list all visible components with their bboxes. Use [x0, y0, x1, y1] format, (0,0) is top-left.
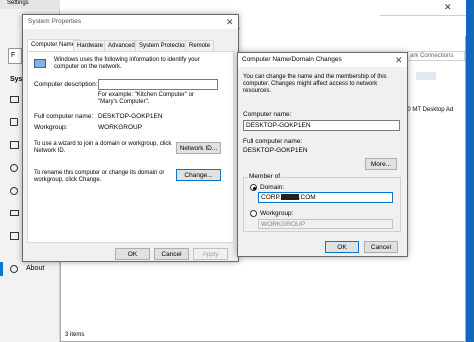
domain-input[interactable]: CORP. .COM [258, 192, 393, 203]
change-button[interactable]: Change... [176, 169, 221, 181]
network-id-button[interactable]: Network ID... [176, 142, 221, 154]
workgroup-label: Workgroup: [34, 124, 68, 131]
explorer-status-count: 3 items [65, 332, 85, 338]
apply-button[interactable]: Apply [193, 248, 228, 260]
workgroup-value: WORKGROUP [98, 124, 143, 131]
more-button[interactable]: More... [365, 158, 397, 170]
full-computer-name-label: Full computer name: [34, 113, 94, 120]
system-properties-intro: Windows uses the following information t… [54, 57, 200, 70]
domain-changes-intro: You can change the name and the membersh… [243, 74, 387, 94]
domain-changes-title-bar: Computer Name/Domain Changes ✕ [238, 53, 407, 67]
system-properties-dialog: System Properties ✕ Computer Name Hardwa… [22, 14, 239, 262]
workgroup-input[interactable]: WORKGROUP [258, 219, 393, 229]
explorer-item-name[interactable]: 00 MT Desktop Ad [404, 107, 453, 113]
settings-search-box[interactable]: F [8, 48, 22, 64]
ok-button[interactable]: OK [115, 248, 150, 260]
notifications-icon[interactable] [10, 141, 19, 149]
computer-name-panel: Windows uses the following information t… [27, 51, 234, 243]
system-properties-title-bar: System Properties ✕ [23, 15, 238, 29]
close-icon[interactable]: ✕ [395, 55, 403, 65]
change-description: To rename this computer or change its do… [34, 170, 165, 183]
close-icon[interactable]: ✕ [444, 2, 452, 12]
sidebar-item-about[interactable]: About [26, 265, 44, 272]
tab-advanced[interactable]: Advanced [104, 40, 139, 51]
storage-icon[interactable] [10, 232, 19, 240]
battery-icon[interactable] [10, 210, 19, 216]
about-active-indicator [0, 262, 3, 276]
power-icon[interactable] [10, 187, 18, 195]
domain-changes-dialog: Computer Name/Domain Changes ✕ You can c… [237, 52, 408, 257]
cancel-button[interactable]: Cancel [364, 241, 398, 253]
computer-description-example: For example: "Kitchen Computer" or "Mary… [98, 92, 194, 105]
computer-description-input[interactable] [98, 79, 218, 90]
desktop-edge [466, 0, 474, 342]
settings-title: Settings [7, 0, 29, 6]
system-properties-title: System Properties [28, 18, 82, 25]
tab-system-protection[interactable]: System Protection [135, 40, 192, 51]
close-icon[interactable]: ✕ [226, 17, 234, 27]
settings-search-partial: F [11, 52, 16, 59]
tab-remote[interactable]: Remote [185, 40, 215, 51]
explorer-titlebar-strip [240, 28, 466, 36]
domain-radio-dot [252, 186, 256, 190]
info-icon[interactable] [10, 265, 18, 273]
cancel-button[interactable]: Cancel [154, 248, 189, 260]
domain-changes-title: Computer Name/Domain Changes [242, 56, 342, 63]
computer-description-label: Computer description: [34, 81, 98, 88]
member-of-label: Member of [248, 173, 282, 180]
domain-radio[interactable] [250, 184, 257, 191]
workgroup-label: Workgroup: [260, 210, 294, 217]
settings-title-bar: Settings [0, 0, 60, 9]
domain-prefix: CORP. [261, 194, 281, 201]
redacted-block [280, 194, 299, 201]
focus-assist-icon[interactable] [10, 164, 18, 172]
tab-hardware[interactable]: Hardware [73, 40, 108, 51]
domain-suffix: .COM [298, 194, 316, 201]
full-computer-name-value: DESKTOP-GOKP1EN [243, 147, 308, 154]
sound-icon[interactable] [10, 118, 18, 126]
view-options-icon[interactable] [416, 72, 436, 80]
full-computer-name-value: DESKTOP-GOKP1EN [98, 113, 163, 120]
display-icon[interactable] [10, 96, 19, 103]
explorer-search-box[interactable]: ark Connections [407, 51, 465, 61]
full-computer-name-label: Full computer name: [243, 138, 303, 145]
network-id-description: To use a wizard to join a domain or work… [34, 141, 172, 154]
top-window-edge: ✕ [380, 0, 466, 16]
domain-label: Domain: [260, 184, 285, 191]
computer-name-input[interactable]: DESKTOP-GOKP1EN [243, 120, 400, 131]
ok-button[interactable]: OK [325, 241, 359, 253]
computer-name-label: Computer name: [243, 111, 292, 118]
workgroup-radio[interactable] [250, 210, 257, 217]
computer-icon [34, 59, 46, 68]
explorer-search-text: ark Connections [410, 53, 454, 59]
